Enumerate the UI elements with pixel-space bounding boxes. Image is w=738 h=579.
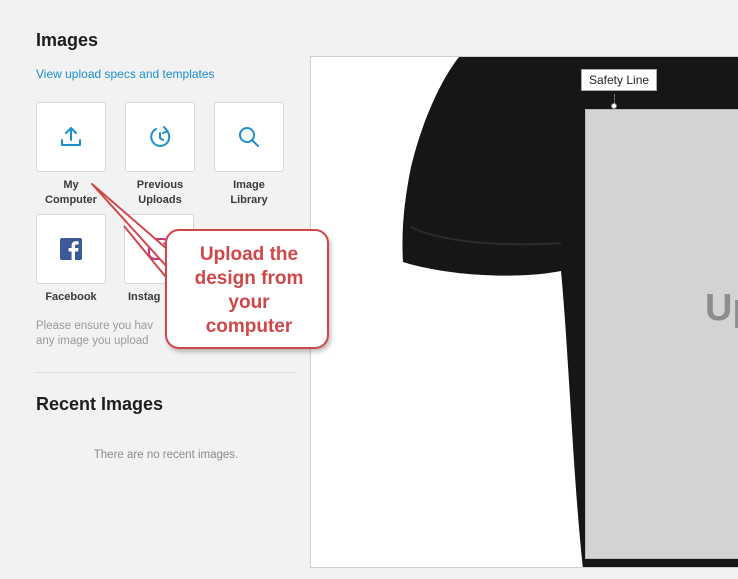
my-computer-label-line1: My [63, 179, 79, 191]
callout-text: Upload the design from your computer [167, 243, 331, 339]
callout-line4: computer [205, 316, 293, 337]
search-icon [239, 127, 259, 147]
previous-uploads-button[interactable] [125, 102, 195, 172]
callout-line1: Upload the [199, 244, 299, 265]
facebook-icon [60, 238, 82, 260]
print-area[interactable] [585, 109, 738, 559]
image-library-label-line2: Library [230, 194, 268, 206]
image-library-button[interactable] [214, 102, 284, 172]
facebook-button[interactable] [36, 214, 106, 284]
upload-icon [61, 127, 81, 146]
safety-line-handle [611, 103, 617, 109]
callout-line2: design from [194, 268, 304, 289]
upload-placeholder-text: Up [705, 287, 738, 329]
images-heading: Images [36, 30, 99, 50]
image-library-label: Image Library [204, 178, 294, 208]
recent-images-heading: Recent Images [36, 394, 164, 414]
my-computer-label-line2: Computer [45, 194, 97, 206]
upload-specs-link[interactable]: View upload specs and templates [36, 67, 215, 81]
my-computer-label: My Computer [26, 178, 116, 208]
callout-line3: your [228, 292, 270, 313]
section-divider [36, 372, 296, 373]
upload-callout: Upload the design from your computer [165, 229, 329, 349]
image-library-label-line1: Image [233, 179, 265, 191]
design-canvas[interactable]: Up Safety Line [310, 56, 738, 568]
safety-line-label: Safety Line [581, 69, 658, 91]
facebook-label: Facebook [45, 291, 97, 303]
previous-uploads-label: Previous Uploads [115, 178, 205, 208]
no-recent-images-text: There are no recent images. [93, 449, 239, 461]
history-icon [150, 126, 171, 147]
previous-uploads-label-line1: Previous [136, 179, 184, 191]
my-computer-button[interactable] [36, 102, 106, 172]
previous-uploads-label-line2: Uploads [138, 194, 182, 206]
